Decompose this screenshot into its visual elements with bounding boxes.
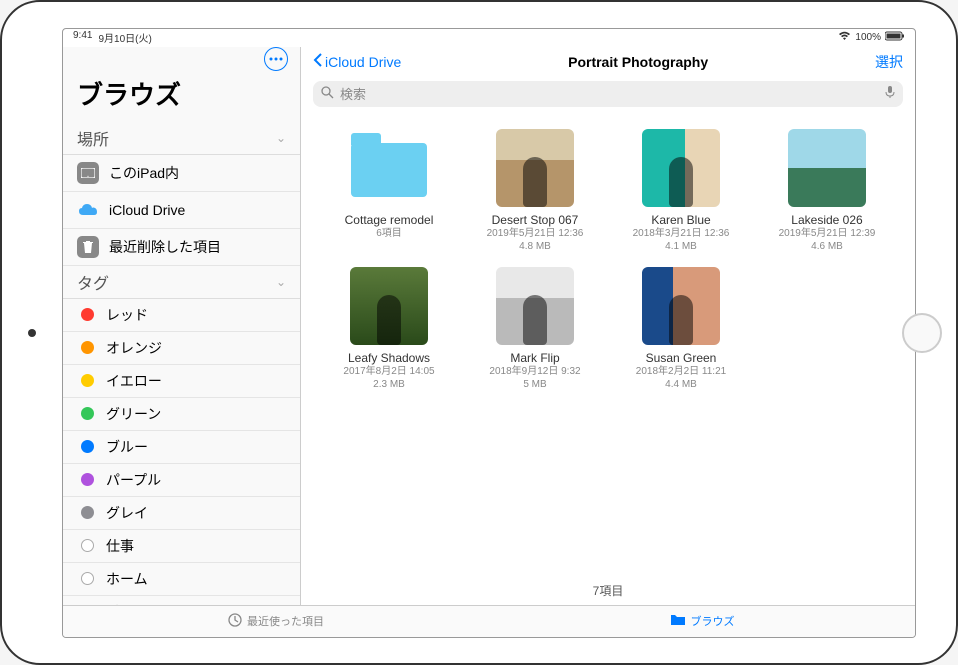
photo-thumbnail <box>350 267 428 345</box>
item-meta-size: 4.6 MB <box>811 240 843 253</box>
more-button[interactable] <box>264 47 288 71</box>
locations-header[interactable]: 場所 ⌄ <box>63 122 300 155</box>
tab-bar: 最近使った項目 ブラウズ <box>63 605 915 637</box>
item-name: Cottage remodel <box>345 213 434 227</box>
tag-label: 仕事 <box>106 536 134 556</box>
photo-thumbnail <box>642 267 720 345</box>
item-meta-size: 4.8 MB <box>519 240 551 253</box>
item-name: Lakeside 026 <box>791 213 862 227</box>
battery-percent: 100% <box>855 32 881 43</box>
location-on-ipad[interactable]: このiPad内 <box>63 155 300 192</box>
item-meta-size: 2.3 MB <box>373 378 405 391</box>
folder-icon <box>350 129 428 207</box>
tag-label: レッド <box>106 305 148 325</box>
item-meta-date: 2018年2月2日 11:21 <box>636 365 726 378</box>
tag-color-dot <box>81 440 94 453</box>
item-meta-size: 5 MB <box>523 378 546 391</box>
tag-color-dot <box>81 572 94 585</box>
item-name: Mark Flip <box>510 351 559 365</box>
tag-color-dot <box>81 308 94 321</box>
tag-item[interactable]: 重要 <box>63 596 300 605</box>
search-input[interactable]: 検索 <box>313 81 903 107</box>
tag-color-dot <box>81 341 94 354</box>
search-placeholder: 検索 <box>340 84 366 103</box>
tag-color-dot <box>81 374 94 387</box>
back-button[interactable]: iCloud Drive <box>313 53 401 70</box>
chevron-left-icon <box>313 53 323 70</box>
tag-item[interactable]: ブルー <box>63 431 300 464</box>
tag-item[interactable]: ホーム <box>63 563 300 596</box>
tag-label: ホーム <box>106 569 148 589</box>
main-panel: iCloud Drive Portrait Photography 選択 検索 <box>301 47 915 605</box>
chevron-down-icon: ⌄ <box>276 131 286 145</box>
clock-icon <box>228 613 242 630</box>
item-meta-date: 2018年3月21日 12:36 <box>633 227 730 240</box>
select-button[interactable]: 選択 <box>875 52 903 72</box>
folder-icon <box>670 614 686 629</box>
status-time: 9:41 <box>73 30 92 45</box>
file-item[interactable]: Leafy Shadows2017年8月2日 14:052.3 MB <box>321 267 457 391</box>
tag-item[interactable]: 仕事 <box>63 530 300 563</box>
item-name: Karen Blue <box>651 213 710 227</box>
folder-item[interactable]: Cottage remodel6項目 <box>321 129 457 253</box>
item-meta-date: 2019年5月21日 12:36 <box>487 227 584 240</box>
item-meta-date: 2019年5月21日 12:39 <box>779 227 876 240</box>
file-item[interactable]: Karen Blue2018年3月21日 12:364.1 MB <box>613 129 749 253</box>
status-date: 9月10日(火) <box>98 30 151 45</box>
cloud-icon <box>77 199 99 221</box>
tag-item[interactable]: パープル <box>63 464 300 497</box>
photo-thumbnail <box>496 129 574 207</box>
file-grid: Cottage remodel6項目Desert Stop 0672019年5月… <box>301 115 915 576</box>
item-count: 7項目 <box>301 576 915 605</box>
file-item[interactable]: Desert Stop 0672019年5月21日 12:364.8 MB <box>467 129 603 253</box>
tag-item[interactable]: レッド <box>63 299 300 332</box>
tags-header[interactable]: タグ ⌄ <box>63 266 300 299</box>
tag-item[interactable]: オレンジ <box>63 332 300 365</box>
location-icloud-drive[interactable]: iCloud Drive <box>63 192 300 229</box>
tab-browse[interactable]: ブラウズ <box>489 606 915 637</box>
folder-title: Portrait Photography <box>568 54 708 70</box>
search-icon <box>321 86 334 102</box>
item-meta-date: 6項目 <box>376 227 402 240</box>
item-name: Susan Green <box>646 351 717 365</box>
tag-color-dot <box>81 407 94 420</box>
tag-color-dot <box>81 539 94 552</box>
microphone-icon[interactable] <box>885 85 895 102</box>
status-bar: 9:41 9月10日(火) 100% <box>63 29 915 47</box>
tag-label: オレンジ <box>106 338 162 358</box>
sidebar-title: ブラウズ <box>63 71 300 122</box>
tag-item[interactable]: グリーン <box>63 398 300 431</box>
tag-label: グレイ <box>106 503 148 523</box>
item-meta-date: 2018年9月12日 9:32 <box>489 365 580 378</box>
photo-thumbnail <box>788 129 866 207</box>
tag-label: ブルー <box>106 437 148 457</box>
tag-label: グリーン <box>106 404 161 424</box>
trash-icon <box>77 236 99 258</box>
wifi-icon <box>838 31 851 44</box>
home-button[interactable] <box>902 313 942 353</box>
tag-item[interactable]: グレイ <box>63 497 300 530</box>
tag-color-dot <box>81 506 94 519</box>
item-meta-size: 4.4 MB <box>665 378 697 391</box>
tag-item[interactable]: イエロー <box>63 365 300 398</box>
file-item[interactable]: Mark Flip2018年9月12日 9:325 MB <box>467 267 603 391</box>
tab-recents[interactable]: 最近使った項目 <box>63 606 489 637</box>
tag-color-dot <box>81 473 94 486</box>
photo-thumbnail <box>496 267 574 345</box>
chevron-down-icon: ⌄ <box>276 275 286 289</box>
battery-icon <box>885 31 905 44</box>
sidebar: ブラウズ 場所 ⌄ このiPad内 iCloud Drive <box>63 47 301 605</box>
item-name: Leafy Shadows <box>348 351 430 365</box>
location-recently-deleted[interactable]: 最近削除した項目 <box>63 229 300 266</box>
ipad-icon <box>77 162 99 184</box>
item-meta-size: 4.1 MB <box>665 240 697 253</box>
photo-thumbnail <box>642 129 720 207</box>
file-item[interactable]: Lakeside 0262019年5月21日 12:394.6 MB <box>759 129 895 253</box>
item-name: Desert Stop 067 <box>492 213 579 227</box>
item-meta-date: 2017年8月2日 14:05 <box>343 365 434 378</box>
file-item[interactable]: Susan Green2018年2月2日 11:214.4 MB <box>613 267 749 391</box>
tag-label: パープル <box>106 470 161 490</box>
tag-label: イエロー <box>106 371 162 391</box>
